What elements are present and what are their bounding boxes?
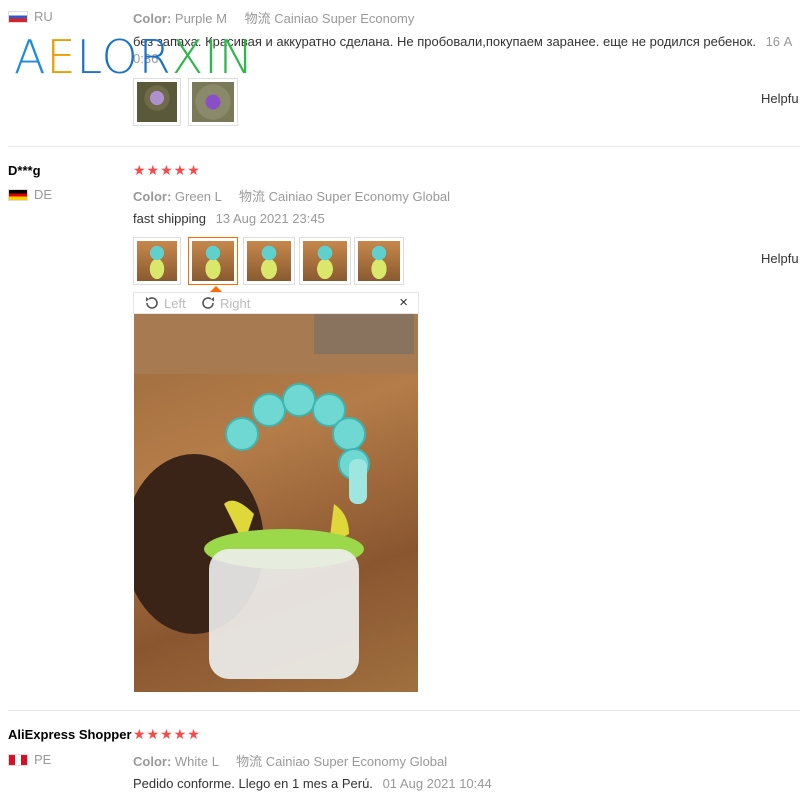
divider	[8, 710, 800, 711]
color-label: Color:	[133, 754, 172, 769]
flag-de-icon	[8, 188, 28, 201]
review-date: 13 Aug 2021 23:45	[215, 211, 325, 226]
reviewer-name: D***g	[8, 163, 41, 178]
color-value: White L	[174, 754, 219, 769]
rotate-right-button[interactable]: Right	[200, 295, 250, 311]
flag-ru-icon	[8, 10, 28, 23]
color-value: Purple M	[174, 11, 227, 26]
flag-pe-icon	[8, 753, 28, 766]
rotate-left-icon	[146, 297, 158, 309]
country-code: RU	[34, 9, 53, 24]
rotate-left-button[interactable]: Left	[144, 295, 186, 311]
brand-logo: AELORXIN	[14, 30, 255, 84]
helpful-button[interactable]: Helpfu	[761, 91, 799, 106]
review-photo-thumb[interactable]	[133, 78, 181, 126]
reviewer-name: AliExpress Shopper	[8, 727, 132, 742]
divider	[8, 146, 800, 147]
review-text: Pedido conforme. Llego en 1 mes a Perú. …	[133, 776, 492, 791]
review-photo-thumb[interactable]	[299, 237, 351, 285]
review-date: 16 A	[765, 34, 793, 49]
country-code: PE	[34, 752, 52, 767]
review-photo-thumb-selected[interactable]	[188, 237, 238, 285]
shipping-value: Cainiao Super Economy	[274, 11, 415, 26]
review-meta: Color: Purple M 物流 Cainiao Super Economy	[133, 8, 414, 27]
shipping-value: Cainiao Super Economy Global	[265, 754, 448, 769]
color-label: Color:	[133, 189, 172, 204]
teether-photo	[134, 314, 418, 679]
review-text: fast shipping 13 Aug 2021 23:45	[133, 211, 325, 226]
country-code: DE	[34, 187, 53, 202]
review-photo-thumb[interactable]	[188, 78, 238, 126]
image-viewer-toolbar: Left Right ×	[133, 286, 419, 314]
close-viewer-button[interactable]: ×	[399, 294, 408, 311]
review-photo-thumb[interactable]	[243, 237, 295, 285]
rotate-right-icon	[202, 297, 214, 309]
color-value: Green L	[174, 189, 222, 204]
review-meta: Color: White L 物流 Cainiao Super Economy …	[133, 751, 447, 770]
review-meta: Color: Green L 物流 Cainiao Super Economy …	[133, 186, 450, 205]
country-de: DE	[8, 187, 52, 202]
country-ru: RU	[8, 9, 53, 24]
color-label: Color:	[133, 11, 172, 26]
review-date: 01 Aug 2021 10:44	[382, 776, 492, 791]
review-photo-thumb[interactable]	[133, 237, 181, 285]
shipping-value: Cainiao Super Economy Global	[268, 189, 451, 204]
viewer-pointer-arrow	[210, 286, 222, 292]
shipping-label: 物流	[244, 11, 271, 26]
country-pe: PE	[8, 752, 51, 767]
star-rating: ★★★★★	[133, 726, 201, 742]
review-photo-thumb[interactable]	[354, 237, 404, 285]
star-rating: ★★★★★	[133, 162, 201, 178]
shipping-label: 物流	[239, 189, 266, 204]
helpful-button[interactable]: Helpfu	[761, 251, 799, 266]
review-photo-large	[134, 314, 418, 692]
shipping-label: 物流	[236, 754, 263, 769]
